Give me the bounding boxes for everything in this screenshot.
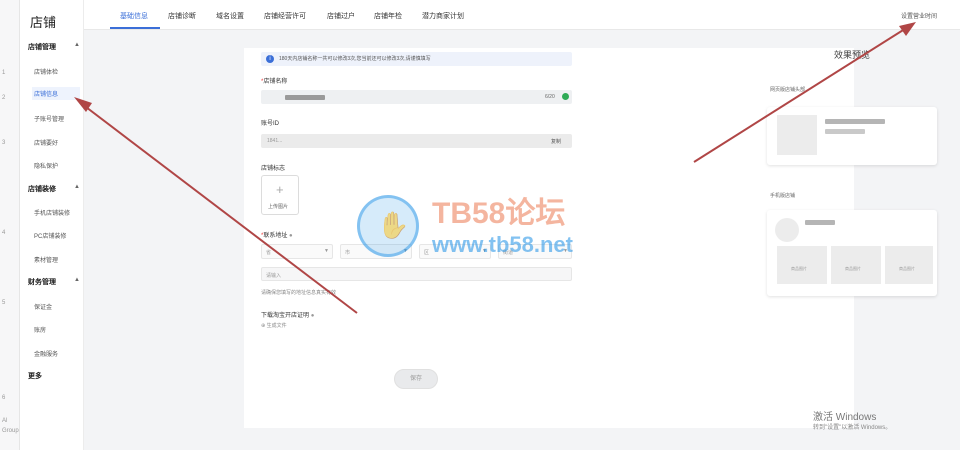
tab-potential-plan[interactable]: 潜力商家计划 bbox=[422, 11, 464, 21]
address-hint: 请确保您填写的地址信息真实有效 bbox=[261, 290, 337, 296]
rail-label: 2 bbox=[2, 95, 6, 101]
sidebar-item-pc-decor[interactable]: PC店铺装修 bbox=[34, 231, 66, 240]
chevron-down-icon: ▼ bbox=[324, 248, 329, 254]
upload-label: 上传图片 bbox=[268, 204, 289, 210]
sidebar-item-subaccounts[interactable]: 子账号管理 bbox=[34, 114, 64, 123]
permit-label: 下载淘宝开店证明 ● bbox=[261, 313, 315, 319]
sidebar-item-shop-req[interactable]: 店铺要好 bbox=[34, 138, 58, 147]
sidebar-group-label: 店铺管理 bbox=[28, 44, 56, 51]
address-label: *联系地址 ● bbox=[261, 233, 293, 239]
province-select[interactable]: 省 ▼ bbox=[261, 244, 333, 259]
top-tabs: 基础信息 店铺诊断 域名设置 店铺经营许可 店铺过户 店铺年检 潜力商家计划 设… bbox=[84, 0, 960, 30]
preview-card-mobile: 商品图片 商品图片 商品图片 bbox=[767, 210, 937, 296]
tab-domain[interactable]: 域名设置 bbox=[216, 11, 244, 21]
notice-bar: i 180天内店铺名称一共可以修改3次,您当前还可以修改3次,请谨慎填写 bbox=[261, 52, 572, 66]
sidebar: 店铺 店铺管理 ▲ 店铺体检 店铺信息 子账号管理 店铺要好 隐私保护 店铺装修… bbox=[20, 0, 84, 450]
logo-upload[interactable]: + 上传图片 bbox=[261, 175, 299, 215]
chevron-up-icon: ▲ bbox=[74, 184, 80, 190]
watermark-url: www.tb58.net bbox=[432, 232, 573, 257]
notice-text: 180天内店铺名称一共可以修改3次,您当前还可以修改3次,请谨慎填写 bbox=[279, 56, 431, 62]
left-rail: 1 2 3 4 5 6 Al Group bbox=[0, 0, 20, 450]
preview-product-thumb: 商品图片 bbox=[885, 246, 933, 284]
sidebar-item-shop-info[interactable]: 店铺信息 bbox=[32, 87, 80, 100]
shop-name-label: *店铺名称 bbox=[261, 79, 288, 85]
rail-label: 4 bbox=[2, 230, 6, 236]
shop-name-input[interactable]: 6/20 bbox=[261, 90, 572, 104]
tab-transfer[interactable]: 店铺过户 bbox=[327, 11, 355, 21]
generate-file-link[interactable]: ⊕ 生成文件 bbox=[261, 322, 287, 329]
rail-label: 3 bbox=[2, 140, 6, 146]
blurred-text bbox=[825, 129, 865, 134]
rail-label: Al bbox=[2, 418, 8, 424]
preview-product-thumb: 商品图片 bbox=[777, 246, 827, 284]
hand-icon: ✋ bbox=[377, 210, 410, 240]
rail-label: 5 bbox=[2, 300, 6, 306]
sidebar-group-more[interactable]: 更多 bbox=[28, 371, 42, 381]
account-id-field: 1841... 复制 bbox=[261, 134, 572, 148]
windows-activation-title: 激活 Windows bbox=[813, 412, 877, 423]
blurred-text bbox=[825, 119, 885, 124]
sidebar-group-finance[interactable]: 财务管理 ▲ bbox=[28, 277, 84, 287]
sidebar-item-deposit[interactable]: 保证金 bbox=[34, 302, 52, 311]
sidebar-item-materials[interactable]: 素材管理 bbox=[34, 255, 58, 264]
sidebar-group-label: 财务管理 bbox=[28, 279, 56, 286]
blurred-text bbox=[805, 220, 835, 225]
logo-label: 店铺标志 bbox=[261, 166, 286, 172]
tab-license[interactable]: 店铺经营许可 bbox=[264, 11, 306, 21]
rail-label: 6 bbox=[2, 395, 6, 401]
blurred-text bbox=[285, 95, 325, 100]
account-id-value: 1841... bbox=[267, 138, 283, 144]
preview-title: 效果预览 bbox=[834, 50, 871, 60]
preview-avatar bbox=[775, 218, 799, 242]
chevron-up-icon: ▲ bbox=[74, 277, 80, 283]
account-id-label: 账号ID bbox=[261, 121, 280, 127]
sidebar-group-label: 店铺装修 bbox=[28, 186, 56, 193]
business-hours-link[interactable]: 设置营业时间 bbox=[901, 11, 937, 20]
windows-activation-hint: 转到"设置"以激活 Windows。 bbox=[813, 425, 892, 431]
sidebar-item-health[interactable]: 店铺体检 bbox=[34, 67, 58, 76]
sidebar-title: 店铺 bbox=[30, 15, 57, 30]
sidebar-group-decor[interactable]: 店铺装修 ▲ bbox=[28, 184, 84, 194]
sidebar-item-finance-service[interactable]: 金融服务 bbox=[34, 349, 58, 358]
check-icon bbox=[562, 93, 569, 100]
preview-section-mobile: 手机版店铺 bbox=[770, 193, 796, 199]
preview-product-thumb: 商品图片 bbox=[831, 246, 881, 284]
sidebar-group-shop[interactable]: 店铺管理 ▲ bbox=[28, 42, 84, 52]
preview-logo-thumb bbox=[777, 115, 817, 155]
active-tab-indicator bbox=[110, 27, 160, 29]
address-detail-input[interactable]: 请输入 bbox=[261, 267, 572, 281]
char-counter: 6/20 bbox=[545, 94, 555, 100]
rail-label: 1 bbox=[2, 70, 6, 76]
preview-card-web bbox=[767, 107, 937, 165]
watermark-logo: ✋ bbox=[357, 195, 419, 257]
tab-basic-info[interactable]: 基础信息 bbox=[120, 11, 148, 21]
info-icon: i bbox=[266, 55, 274, 63]
preview-section-web: 网页版店铺头部 bbox=[770, 87, 806, 93]
watermark-text: TB58论坛 bbox=[432, 197, 566, 230]
tab-annual-check[interactable]: 店铺年检 bbox=[374, 11, 402, 21]
chevron-up-icon: ▲ bbox=[74, 42, 80, 48]
copy-button[interactable]: 复制 bbox=[551, 138, 561, 145]
tab-shop-diagnosis[interactable]: 店铺诊断 bbox=[168, 11, 196, 21]
plus-icon: + bbox=[276, 182, 284, 197]
rail-label: Group bbox=[2, 428, 19, 434]
sidebar-item-privacy[interactable]: 隐私保护 bbox=[34, 161, 58, 170]
save-button[interactable]: 保存 bbox=[394, 369, 438, 389]
sidebar-item-account[interactable]: 账房 bbox=[34, 325, 46, 334]
sidebar-item-mobile-decor[interactable]: 手机店铺装修 bbox=[34, 208, 70, 217]
